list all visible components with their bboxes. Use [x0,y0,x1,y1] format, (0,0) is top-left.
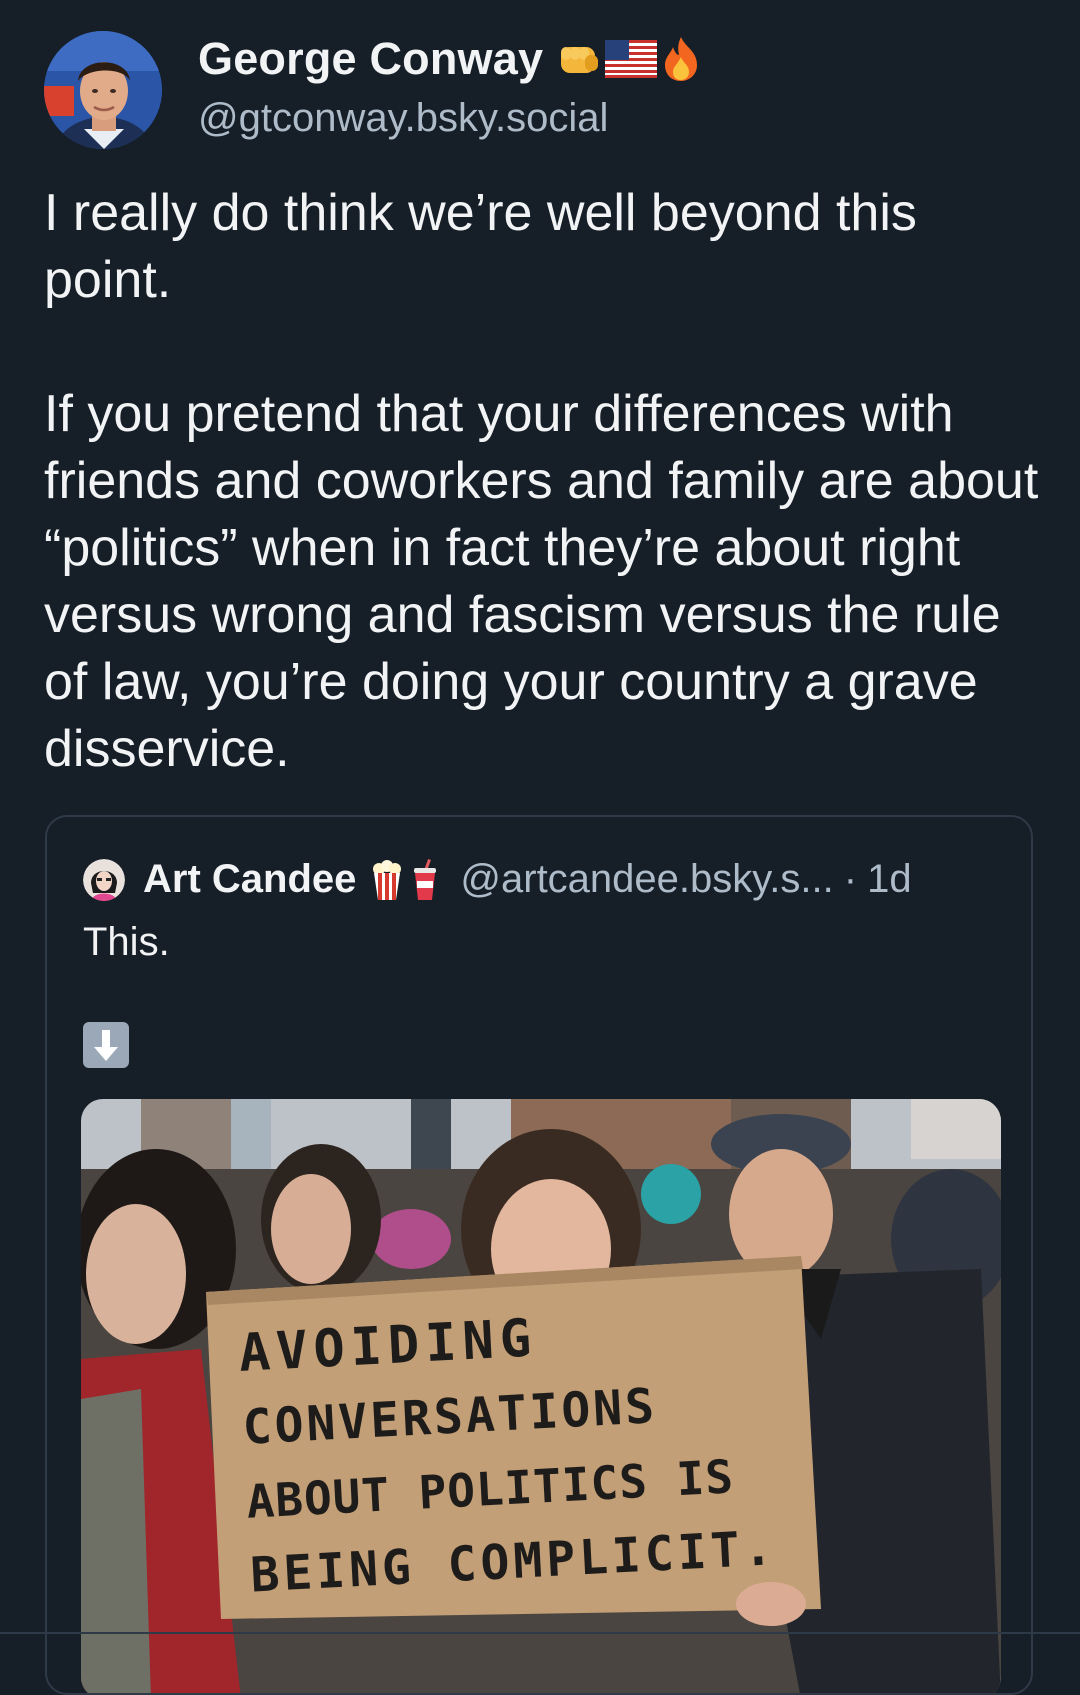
author-avatar[interactable] [44,31,162,149]
author-emojis [557,35,701,83]
quoted-author-handle[interactable]: @artcandee.bsky.s... [460,857,833,902]
author-handle[interactable]: @gtconway.bsky.social [198,96,608,141]
quoted-author-emojis [370,858,440,901]
quoted-post-time[interactable]: 1d [867,857,912,902]
down-arrow-icon [83,1022,129,1068]
quoted-author-avatar[interactable] [83,858,125,901]
separator-dot: · [843,857,858,901]
fist-icon [561,47,599,73]
post-paragraph: If you pretend that your differences wit… [44,385,1039,778]
bottom-divider [0,1632,1080,1634]
quoted-post-card[interactable]: Art Candee @artcandee.bsky.s... · 1d Thi… [45,815,1033,1695]
quoted-post-header: Art Candee @artcandee.bsky.s... · 1d [83,857,1013,902]
author-name-row: George Conway [198,33,701,85]
fire-icon [665,37,698,81]
post: George Conway @gtconway.bsky.social I re… [0,0,1080,1695]
sign-text: AVOIDING CONVERSATIONS ABOUT POLITICS IS… [237,1288,812,1613]
author-name[interactable]: George Conway [198,33,543,85]
quoted-post-text: This. [83,920,170,964]
us-flag-icon [605,40,658,78]
quoted-author-name[interactable]: Art Candee [143,857,356,902]
soda-cup-icon [414,858,437,900]
post-text: I really do think we’re well beyond this… [44,180,1044,783]
popcorn-icon [373,859,402,900]
post-paragraph: I really do think we’re well beyond this… [44,184,917,309]
